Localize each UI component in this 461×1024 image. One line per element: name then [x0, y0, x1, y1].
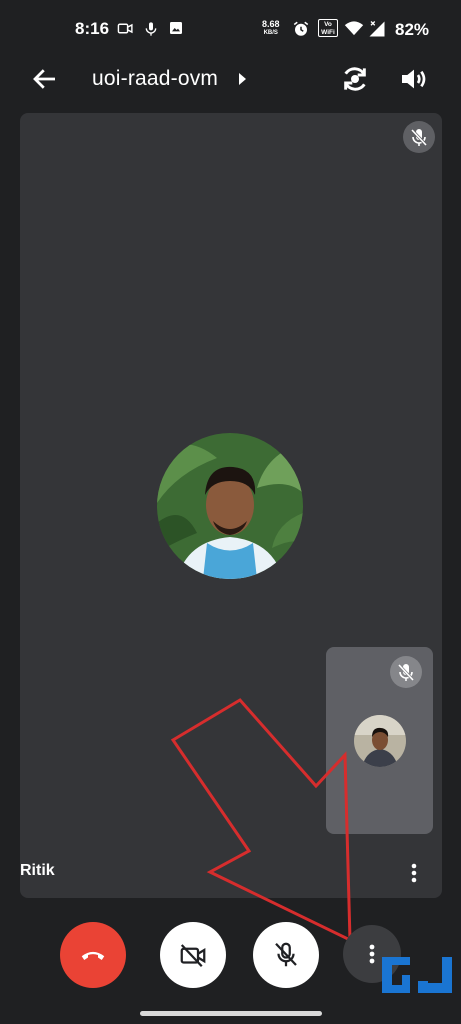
mic-toggle-button[interactable] [253, 922, 319, 988]
gadgets-watermark-logo [382, 957, 452, 993]
annotation-arrow [170, 698, 352, 943]
end-call-button[interactable] [60, 922, 126, 988]
mic-off-icon [275, 942, 297, 967]
call-controls [0, 905, 461, 1024]
call-end-icon [81, 951, 105, 960]
gesture-nav-handle[interactable] [140, 1011, 322, 1016]
camera-off-icon [180, 944, 206, 968]
camera-toggle-button[interactable] [160, 922, 226, 988]
